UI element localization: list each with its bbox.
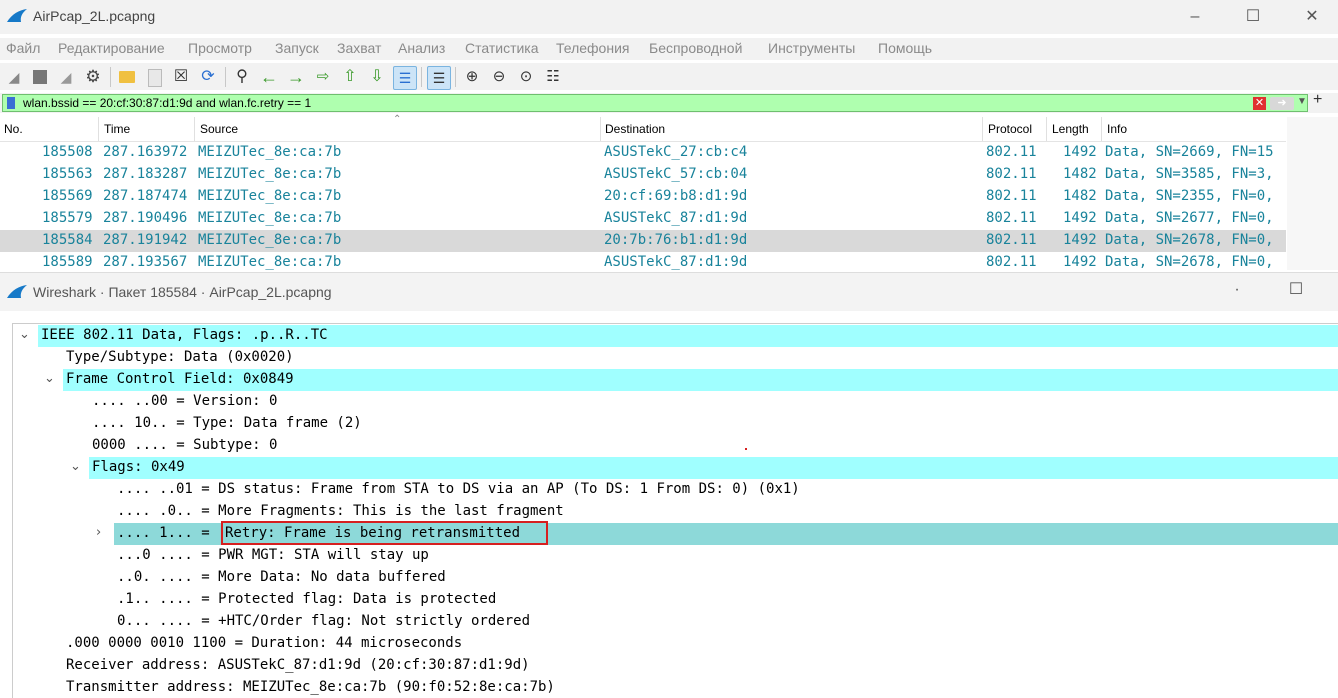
packet-maximize-button[interactable]: ☐ <box>1281 279 1311 301</box>
tree-row[interactable]: ⌄ Flags: 0x49 <box>13 457 1338 479</box>
close-button[interactable]: ✕ <box>1297 6 1327 28</box>
tree-row[interactable]: Type/Subtype: Data (0x0020) <box>13 347 1338 369</box>
resize-columns-icon[interactable]: ☷ <box>542 66 564 88</box>
packet-minimize-button[interactable]: · <box>1222 279 1252 301</box>
chevron-down-icon[interactable]: ⌄ <box>70 459 81 474</box>
go-forward-icon[interactable]: → <box>285 66 307 88</box>
packet-row-selected[interactable]: 185584 287.191942 MEIZUTec_8e:ca:7b 20:7b:7… <box>0 230 1286 252</box>
close-file-icon[interactable]: ☒ <box>170 66 192 88</box>
tree-row-selected[interactable]: › .... 1... = Retry: Frame is being retr… <box>13 521 1338 545</box>
col-destination[interactable]: Destination <box>605 122 665 136</box>
col-source[interactable]: Source <box>200 122 238 136</box>
packet-row[interactable]: 185589 287.193567 MEIZUTec_8e:ca:7b ASUSTek… <box>0 252 1286 270</box>
menu-telephony[interactable]: Телефония <box>556 40 629 56</box>
wireshark-fin-icon <box>7 285 27 298</box>
apply-filter-icon[interactable]: ➜ <box>1270 97 1294 110</box>
tree-row[interactable]: ⌄ Frame Control Field: 0x0849 <box>13 369 1338 391</box>
bookmark-icon[interactable] <box>7 97 15 109</box>
tree-row[interactable]: Transmitter address: MEIZUTec_8e:ca:7b (… <box>13 677 1338 698</box>
clear-filter-icon[interactable]: ✕ <box>1253 97 1266 110</box>
menu-analyze[interactable]: Анализ <box>398 40 445 56</box>
menu-wireless[interactable]: Беспроводной <box>649 40 742 56</box>
tree-row[interactable]: .1.. .... = Protected flag: Data is prot… <box>13 589 1338 611</box>
save-file-icon[interactable] <box>148 69 162 87</box>
menu-view[interactable]: Просмотр <box>188 40 252 56</box>
main-toolbar: ◢ ◢ ⚙ ☒ ⟳ ⚲ ← → ⇨ ⇧ ⇩ ☰ ☰ ⊕ ⊖ ⊙ ☷ <box>0 63 1338 90</box>
chevron-right-icon[interactable]: › <box>96 525 101 540</box>
menu-file[interactable]: Файл <box>6 40 40 56</box>
menu-tools[interactable]: Инструменты <box>768 40 855 56</box>
packet-window-title: Wireshark · Пакет 185584 · AirPcap_2L.pc… <box>33 284 332 300</box>
packet-row[interactable]: 185569 287.187474 MEIZUTec_8e:ca:7b 20:cf:6… <box>0 186 1286 208</box>
tree-row[interactable]: .000 0000 0010 1100 = Duration: 44 micro… <box>13 633 1338 655</box>
menu-help[interactable]: Помощь <box>878 40 932 56</box>
window-title: AirPcap_2L.pcapng <box>33 8 156 24</box>
packet-list: 185508 287.163972 MEIZUTec_8e:ca:7b ASUSTek… <box>0 142 1286 270</box>
open-file-icon[interactable] <box>119 71 135 83</box>
tree-row[interactable]: .... ..00 = Version: 0 <box>13 391 1338 413</box>
col-length[interactable]: Length <box>1052 122 1089 136</box>
tree-row[interactable]: ...0 .... = PWR MGT: STA will stay up <box>13 545 1338 567</box>
retry-flag-text: Retry: Frame is being retransmitted <box>225 525 521 541</box>
packet-row[interactable]: 185563 287.183287 MEIZUTec_8e:ca:7b ASUSTek… <box>0 164 1286 186</box>
maximize-button[interactable]: ☐ <box>1238 6 1268 28</box>
autoscroll-icon[interactable]: ☰ <box>393 66 417 90</box>
minimize-button[interactable]: – <box>1180 6 1210 28</box>
col-info[interactable]: Info <box>1107 122 1127 136</box>
col-time[interactable]: Time <box>104 122 130 136</box>
menu-statistics[interactable]: Статистика <box>465 40 539 56</box>
tree-row[interactable]: ..0. .... = More Data: No data buffered <box>13 567 1338 589</box>
zoom-out-icon[interactable]: ⊖ <box>488 66 510 88</box>
reload-file-icon[interactable]: ⟳ <box>197 66 219 88</box>
col-protocol[interactable]: Protocol <box>988 122 1032 136</box>
packet-window-title-bar: Wireshark · Пакет 185584 · AirPcap_2L.pc… <box>0 272 1338 311</box>
packet-list-scroll-area[interactable] <box>1287 117 1338 270</box>
tree-row[interactable]: 0000 .... = Subtype: 0 <box>13 435 1338 457</box>
packet-details-tree: ⌄ IEEE 802.11 Data, Flags: .p..R..TC Typ… <box>12 323 1338 698</box>
first-packet-icon[interactable]: ⇧ <box>339 66 361 88</box>
normal-size-icon[interactable]: ⊙ <box>515 66 537 88</box>
start-capture-icon[interactable]: ◢ <box>3 66 25 88</box>
wireshark-fin-icon <box>7 9 27 22</box>
stop-capture-icon[interactable] <box>33 70 47 84</box>
chevron-down-icon[interactable]: ⌄ <box>44 371 55 386</box>
main-title-bar: AirPcap_2L.pcapng – ☐ ✕ <box>0 0 1338 34</box>
sort-chevron-icon: ⌃ <box>393 114 402 125</box>
capture-options-icon[interactable]: ⚙ <box>82 66 104 88</box>
display-filter-bar: wlan.bssid == 20:cf:30:87:d1:9d and wlan… <box>0 91 1338 113</box>
col-no[interactable]: No. <box>4 122 23 136</box>
tree-row[interactable]: ⌄ IEEE 802.11 Data, Flags: .p..R..TC <box>13 325 1338 347</box>
packet-list-header: No. Time Source ⌃ Destination Protocol L… <box>0 114 1286 142</box>
find-packet-icon[interactable]: ⚲ <box>231 66 253 88</box>
zoom-in-icon[interactable]: ⊕ <box>461 66 483 88</box>
tree-row[interactable]: Receiver address: ASUSTekC_87:d1:9d (20:… <box>13 655 1338 677</box>
last-packet-icon[interactable]: ⇩ <box>366 66 388 88</box>
colorize-icon[interactable]: ☰ <box>427 66 451 90</box>
go-to-packet-icon[interactable]: ⇨ <box>312 66 334 88</box>
menu-capture[interactable]: Захват <box>337 40 381 56</box>
red-dot <box>745 448 747 450</box>
packet-row[interactable]: 185579 287.190496 MEIZUTec_8e:ca:7b ASUSTek… <box>0 208 1286 230</box>
go-back-icon[interactable]: ← <box>258 66 280 88</box>
add-filter-button-icon[interactable]: + <box>1313 91 1322 109</box>
tree-row[interactable]: .... .0.. = More Fragments: This is the … <box>13 501 1338 523</box>
menu-bar: Файл Редактирование Просмотр Запуск Захв… <box>0 38 1338 60</box>
menu-go[interactable]: Запуск <box>275 40 319 56</box>
packet-row[interactable]: 185508 287.163972 MEIZUTec_8e:ca:7b ASUSTek… <box>0 142 1286 164</box>
restart-capture-icon[interactable]: ◢ <box>55 66 77 88</box>
chevron-down-icon[interactable]: ⌄ <box>19 327 30 342</box>
menu-edit[interactable]: Редактирование <box>58 40 165 56</box>
display-filter-text[interactable]: wlan.bssid == 20:cf:30:87:d1:9d and wlan… <box>23 96 311 110</box>
display-filter-input[interactable]: wlan.bssid == 20:cf:30:87:d1:9d and wlan… <box>2 94 1308 112</box>
tree-row[interactable]: .... ..01 = DS status: Frame from STA to… <box>13 479 1338 501</box>
tree-row[interactable]: .... 10.. = Type: Data frame (2) <box>13 413 1338 435</box>
chevron-down-icon[interactable]: ▼ <box>1297 96 1307 107</box>
tree-row[interactable]: 0... .... = +HTC/Order flag: Not strictl… <box>13 611 1338 633</box>
